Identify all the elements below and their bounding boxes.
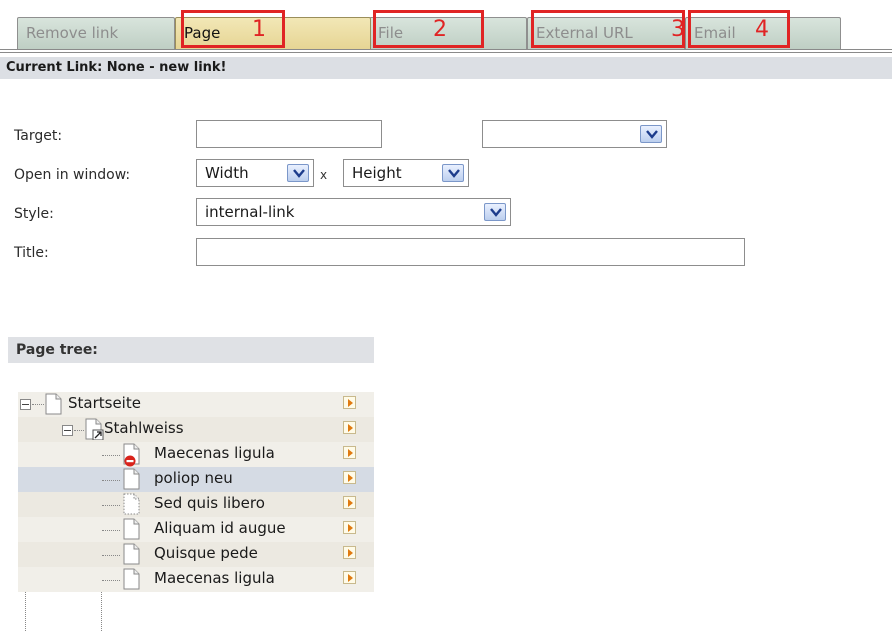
shortcut-page-icon[interactable] (84, 418, 104, 440)
chevron-down-icon[interactable] (484, 203, 506, 221)
tree-item-label[interactable]: Maecenas ligula (154, 567, 275, 589)
title-input[interactable] (196, 238, 745, 266)
tab-divider (0, 49, 892, 53)
tree-item-label[interactable]: Sed quis libero (154, 492, 265, 514)
callout-number: 1 (252, 17, 266, 42)
select-page-arrow-icon[interactable] (343, 421, 356, 434)
select-page-arrow-icon[interactable] (343, 396, 356, 409)
tree-row-sed-quis-libero[interactable]: Sed quis libero (18, 492, 374, 517)
target-select[interactable] (482, 120, 667, 148)
callout-box-1: 1 (181, 10, 285, 48)
collapse-icon[interactable] (20, 399, 31, 410)
select-page-arrow-icon[interactable] (343, 496, 356, 509)
tree-connector (102, 530, 120, 531)
target-label: Target: (14, 128, 63, 144)
callout-number: 3 (671, 17, 685, 42)
restricted-page-icon[interactable] (122, 443, 144, 467)
style-select-value: internal-link (205, 203, 295, 221)
tree-item-label[interactable]: Startseite (68, 392, 141, 414)
tree-row-startseite[interactable]: Startseite (18, 392, 374, 417)
callout-number: 2 (433, 17, 447, 42)
chevron-down-icon[interactable] (442, 164, 464, 182)
style-label: Style: (14, 206, 54, 222)
tree-row-stahlweiss[interactable]: Stahlweiss (18, 417, 374, 442)
page-tree: Startseite Stahlweiss Maecenas ligula po… (18, 388, 374, 631)
callout-number: 4 (755, 17, 769, 42)
window-width-value: Width (205, 164, 249, 182)
tree-connector (32, 404, 44, 405)
tree-row-maecenas-ligula[interactable]: Maecenas ligula (18, 442, 374, 467)
page-tree-heading: Page tree: (8, 337, 374, 363)
tree-item-label[interactable]: Maecenas ligula (154, 442, 275, 464)
tree-item-label[interactable]: Quisque pede (154, 542, 258, 564)
tree-connector (102, 480, 120, 481)
tree-item-label[interactable]: poliop neu (154, 467, 233, 489)
tree-row-maecenas-ligula-2[interactable]: Maecenas ligula (18, 567, 374, 592)
page-icon[interactable] (122, 468, 140, 490)
tree-row-quisque-pede[interactable]: Quisque pede (18, 542, 374, 567)
tree-connector (102, 580, 120, 581)
tree-connector (102, 455, 120, 456)
times-sign: x (320, 168, 328, 182)
window-height-value: Height (352, 164, 402, 182)
callout-box-2: 2 (373, 10, 484, 48)
select-page-arrow-icon[interactable] (343, 546, 356, 559)
collapse-icon[interactable] (62, 425, 73, 436)
window-height-select[interactable]: Height (343, 159, 469, 187)
tree-connector (102, 505, 120, 506)
page-icon[interactable] (122, 543, 140, 565)
chevron-down-icon[interactable] (287, 164, 309, 182)
style-select[interactable]: internal-link (196, 198, 511, 226)
tab-remove-link[interactable]: Remove link (17, 17, 175, 49)
tree-connector (74, 430, 84, 431)
tree-row-aliquam-id-augue[interactable]: Aliquam id augue (18, 517, 374, 542)
select-page-arrow-icon[interactable] (343, 521, 356, 534)
callout-box-3: 3 (531, 10, 685, 48)
page-icon[interactable] (122, 568, 140, 590)
page-icon[interactable] (122, 518, 140, 540)
callout-box-4: 4 (688, 10, 790, 48)
select-page-arrow-icon[interactable] (343, 446, 356, 459)
title-label: Title: (14, 245, 49, 261)
window-width-select[interactable]: Width (196, 159, 314, 187)
tree-item-label[interactable]: Aliquam id augue (154, 517, 286, 539)
select-page-arrow-icon[interactable] (343, 471, 356, 484)
tree-row-poliop-neu[interactable]: poliop neu (18, 467, 374, 492)
chevron-down-icon[interactable] (640, 125, 662, 143)
page-icon[interactable] (44, 393, 62, 415)
hidden-page-icon[interactable] (122, 493, 140, 515)
open-in-window-label: Open in window: (14, 167, 131, 183)
tab-label: Remove link (26, 24, 119, 42)
tree-connector (102, 555, 120, 556)
target-input[interactable] (196, 120, 382, 148)
select-page-arrow-icon[interactable] (343, 571, 356, 584)
tree-item-label[interactable]: Stahlweiss (104, 417, 184, 439)
current-link-status: Current Link: None - new link! (0, 57, 892, 79)
